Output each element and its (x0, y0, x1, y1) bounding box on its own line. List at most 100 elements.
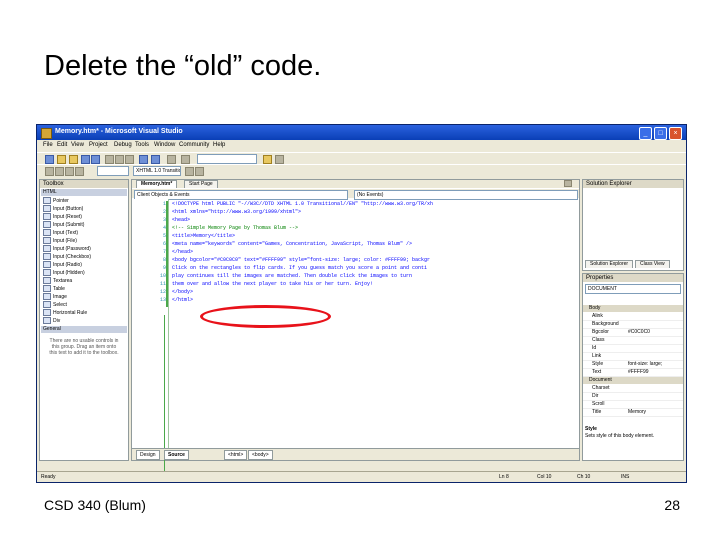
property-row[interactable]: Dir (583, 393, 683, 401)
code-line[interactable]: <title>Memory</title> (172, 232, 235, 240)
code-editor: Memory.htm* Start Page Client Objects & … (131, 179, 580, 475)
copy-icon[interactable] (115, 155, 124, 164)
code-line[interactable]: play continues till the images are match… (172, 272, 412, 280)
property-row[interactable]: Text #FFFF99 (583, 369, 683, 377)
category-body[interactable]: Body (583, 305, 683, 312)
property-row[interactable]: Style font-size: large; (583, 361, 683, 369)
menu-help[interactable]: Help (213, 142, 225, 148)
category-document[interactable]: Document (583, 377, 683, 384)
property-row[interactable]: Scroll (583, 401, 683, 409)
toolbox-item[interactable]: Input (Checkbox) (43, 253, 91, 261)
toolbox-item[interactable]: Input (File) (43, 237, 77, 245)
code-line[interactable]: <body bgcolor="#C0C0C0" text="#FFFF99" s… (172, 256, 430, 264)
menu-file[interactable]: File (43, 142, 53, 148)
property-row[interactable]: Class (583, 337, 683, 345)
paste-icon[interactable] (125, 155, 134, 164)
toolbox-item[interactable]: Input (Hidden) (43, 269, 85, 277)
code-line[interactable]: </body> (172, 288, 193, 296)
toolbox-group-general[interactable]: General (41, 326, 127, 333)
uncomment-icon[interactable] (75, 167, 84, 176)
code-line[interactable]: them over and allow the next player to t… (172, 280, 373, 288)
new-project-icon[interactable] (45, 155, 54, 164)
tab-source[interactable]: Source (164, 450, 189, 460)
tag-html[interactable]: <html> (224, 450, 248, 460)
close-tab-icon[interactable] (564, 180, 572, 187)
toolbox-item[interactable]: Input (Button) (43, 205, 83, 213)
menu-debug[interactable]: Debug (114, 142, 132, 148)
property-value[interactable]: font-size: large; (628, 361, 662, 368)
menu-edit[interactable]: Edit (57, 142, 67, 148)
property-row[interactable]: Alink (583, 313, 683, 321)
toolbox-panel: Toolbox HTML Pointer Input (Button) Inpu… (39, 179, 129, 461)
redo-icon[interactable] (151, 155, 160, 164)
toolbox-item[interactable]: Div (43, 317, 60, 325)
minimize-button[interactable]: _ (639, 127, 652, 140)
code-line[interactable]: <html xmlns="http://www.w3.org/1999/xhtm… (172, 208, 301, 216)
property-row[interactable]: Charset (583, 385, 683, 393)
indent-icon[interactable] (45, 167, 54, 176)
menu-tools[interactable]: Tools (135, 142, 149, 148)
toolbox-item[interactable]: Input (Text) (43, 229, 78, 237)
property-value[interactable]: #FFFF99 (628, 369, 649, 376)
close-button[interactable]: × (669, 127, 682, 140)
tab-design[interactable]: Design (136, 450, 160, 460)
code-line[interactable]: <!DOCTYPE html PUBLIC "-//W3C//DTD XHTML… (172, 200, 433, 208)
code-line[interactable]: </html> (172, 296, 193, 304)
property-row[interactable]: Title Memory (583, 409, 683, 417)
tab-class-view[interactable]: Class View (635, 260, 670, 268)
code-line[interactable]: <meta name="keywords" content="Games, Co… (172, 240, 412, 248)
property-value[interactable]: Memory (628, 409, 646, 416)
cut-icon[interactable] (105, 155, 114, 164)
property-row[interactable]: Id (583, 345, 683, 353)
properties-icon[interactable] (275, 155, 284, 164)
property-name: Title (592, 409, 602, 415)
property-row[interactable]: Link (583, 353, 683, 361)
toolbox-item[interactable]: Input (Radio) (43, 261, 82, 269)
toolbox-item[interactable]: Select (43, 301, 67, 309)
comment-icon[interactable] (65, 167, 74, 176)
menu-view[interactable]: View (71, 142, 84, 148)
property-name: Text (592, 369, 602, 375)
toolbox-item[interactable]: Input (Password) (43, 245, 91, 253)
toolbox-item[interactable]: Textarea (43, 277, 72, 285)
find-combo[interactable] (197, 154, 257, 164)
target-schema-dropdown[interactable] (97, 166, 129, 176)
code-line[interactable]: Click on the rectangles to flip cards. I… (172, 264, 427, 272)
events-dropdown[interactable]: (No Events) (354, 190, 578, 200)
properties-object-dropdown[interactable]: DOCUMENT (585, 284, 681, 294)
tab-solution-explorer[interactable]: Solution Explorer (585, 260, 634, 268)
add-item-icon[interactable] (57, 155, 66, 164)
code-line[interactable]: </head> (172, 248, 193, 256)
menu-community[interactable]: Community (179, 142, 209, 148)
property-row[interactable]: Background (583, 321, 683, 329)
tab-memory[interactable]: Memory.htm* (136, 180, 178, 188)
toolbox-item[interactable]: Image (43, 293, 67, 301)
maximize-button[interactable]: □ (654, 127, 667, 140)
open-file-icon[interactable] (69, 155, 78, 164)
menu-window[interactable]: Window (154, 142, 175, 148)
property-name: Class (592, 337, 605, 343)
schema-dropdown[interactable]: XHTML 1.0 Transitional (133, 166, 181, 176)
toolbox-item[interactable]: Table (43, 285, 65, 293)
check-accessibility-icon[interactable] (185, 167, 194, 176)
save-icon[interactable] (81, 155, 90, 164)
outdent-icon[interactable] (55, 167, 64, 176)
tab-start-page[interactable]: Start Page (184, 180, 218, 188)
code-line[interactable]: <!-- Simple Memory Page by Thomas Blum -… (172, 224, 298, 232)
start-debug-icon[interactable] (167, 155, 176, 164)
undo-icon[interactable] (139, 155, 148, 164)
solution-explorer-icon[interactable] (263, 155, 272, 164)
find-icon[interactable] (181, 155, 190, 164)
property-value[interactable]: #C0C0C0 (628, 329, 650, 336)
save-all-icon[interactable] (91, 155, 100, 164)
toolbox-item[interactable]: Input (Submit) (43, 221, 84, 229)
code-line[interactable]: <head> (172, 216, 190, 224)
property-row[interactable]: Bgcolor #C0C0C0 (583, 329, 683, 337)
toolbox-group-html[interactable]: HTML (41, 189, 127, 196)
menu-project[interactable]: Project (89, 142, 108, 148)
toolbox-item[interactable]: Input (Reset) (43, 213, 82, 221)
tag-body[interactable]: <body> (248, 450, 273, 460)
view-in-browser-icon[interactable] (195, 167, 204, 176)
toolbox-item[interactable]: Horizontal Rule (43, 309, 87, 317)
toolbox-item[interactable]: Pointer (43, 197, 69, 205)
